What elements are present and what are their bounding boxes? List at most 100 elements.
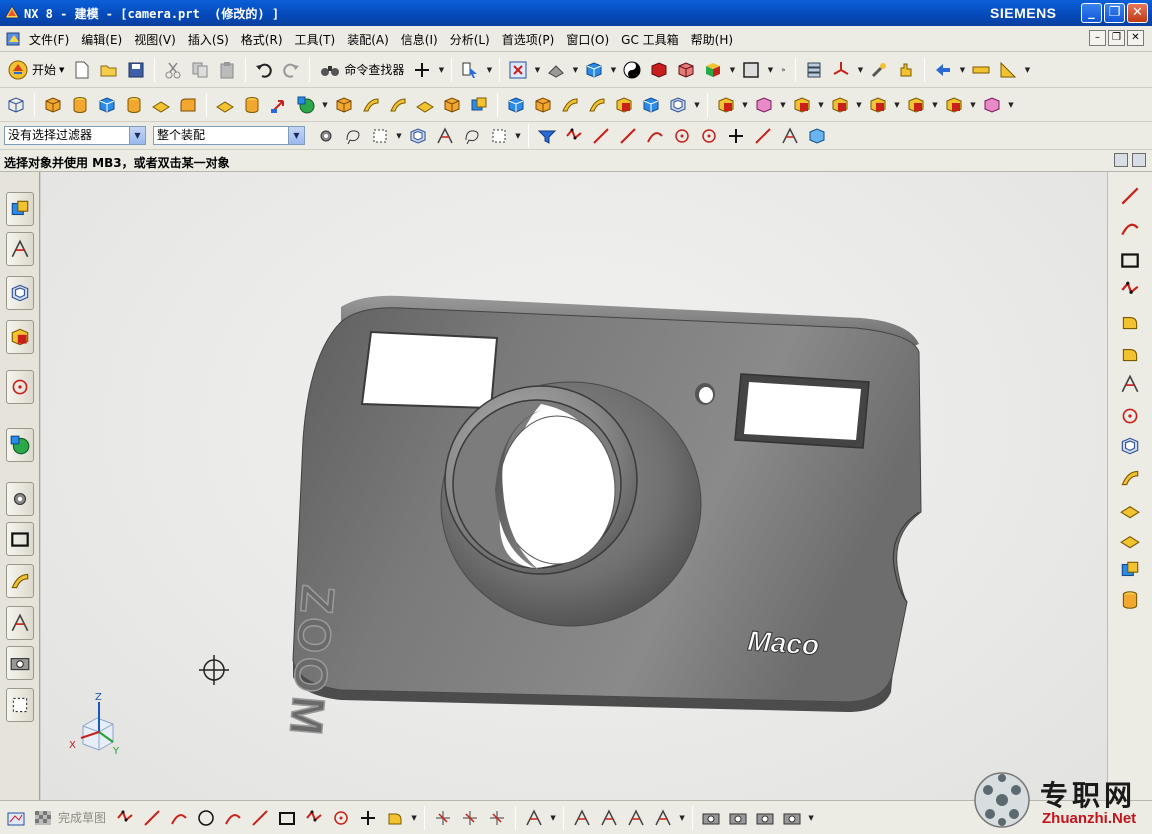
- open-file-button[interactable]: [97, 58, 121, 82]
- layer-button[interactable]: [739, 58, 763, 82]
- thicken-button[interactable]: [413, 93, 437, 117]
- selection-tool-button[interactable]: [458, 58, 482, 82]
- snap-pole-button[interactable]: [778, 124, 802, 148]
- fit-view-dropdown[interactable]: ▼: [533, 58, 541, 82]
- menu-format[interactable]: 格式(R): [241, 31, 289, 48]
- delete-face-button[interactable]: [790, 93, 814, 117]
- arc-button[interactable]: [1118, 216, 1142, 240]
- surface-dropdown[interactable]: ▼: [693, 93, 701, 117]
- selection-scope-arrow[interactable]: ▼: [288, 127, 304, 144]
- red-wire-cube-button[interactable]: [674, 58, 698, 82]
- finish-sketch-icon-button[interactable]: [31, 806, 55, 830]
- menu-assemblies[interactable]: 装配(A): [347, 31, 395, 48]
- line-button[interactable]: [1118, 184, 1142, 208]
- datum-plane-button[interactable]: [213, 93, 237, 117]
- pattern-face-button[interactable]: [942, 93, 966, 117]
- camera-model[interactable]: ZOOM Maco Z X Y: [41, 172, 1107, 800]
- delete-face-dropdown[interactable]: ▼: [817, 93, 825, 117]
- snap-arc-button[interactable]: [643, 124, 667, 148]
- face-blend-button[interactable]: [504, 93, 528, 117]
- cue-close-button[interactable]: [1132, 153, 1146, 167]
- auto-constrain-button[interactable]: [624, 806, 648, 830]
- extract-curve-button[interactable]: [1118, 466, 1142, 490]
- snap-center-button[interactable]: [670, 124, 694, 148]
- menu-preferences[interactable]: 首选项(P): [502, 31, 561, 48]
- snap-existing-point-button[interactable]: [724, 124, 748, 148]
- mirror-face-dropdown[interactable]: ▼: [1007, 93, 1015, 117]
- toolbar-overflow-chevron[interactable]: »: [777, 58, 789, 82]
- make-corner-button[interactable]: [485, 806, 509, 830]
- unite-button[interactable]: [294, 93, 318, 117]
- fit-view-button[interactable]: [506, 58, 530, 82]
- analysis-button[interactable]: [867, 58, 891, 82]
- close-button[interactable]: ✕: [1127, 3, 1148, 23]
- snap-line-button[interactable]: [589, 124, 613, 148]
- n-sided-button[interactable]: [612, 93, 636, 117]
- snap-end-button[interactable]: [535, 124, 559, 148]
- mdi-minimize-button[interactable]: –: [1089, 30, 1106, 46]
- menu-view[interactable]: 视图(V): [134, 31, 182, 48]
- pull-face-dropdown[interactable]: ▼: [779, 93, 787, 117]
- red-cube-button[interactable]: [647, 58, 671, 82]
- quick-trim-button[interactable]: [431, 806, 455, 830]
- chamfer-curve-button[interactable]: [248, 806, 272, 830]
- draft-button[interactable]: [386, 93, 410, 117]
- snap-quadrant-button[interactable]: [697, 124, 721, 148]
- mdi-restore-button[interactable]: ❐: [1108, 30, 1125, 46]
- resize-blend-button[interactable]: [904, 93, 928, 117]
- snap-mid-button[interactable]: [562, 124, 586, 148]
- orient-view-button[interactable]: [753, 806, 777, 830]
- geometric-constraint-button[interactable]: [570, 806, 594, 830]
- menu-edit[interactable]: 编辑(E): [81, 31, 128, 48]
- point-dropdown[interactable]: ▼: [437, 58, 445, 82]
- undo-select-button[interactable]: [341, 124, 365, 148]
- rectangle-button[interactable]: [1118, 248, 1142, 272]
- revolve-button[interactable]: [68, 93, 92, 117]
- replace-face-dropdown[interactable]: ▼: [855, 93, 863, 117]
- motion-dropdown[interactable]: ▼: [958, 58, 966, 82]
- menu-information[interactable]: 信息(I): [401, 31, 444, 48]
- type-filter-select[interactable]: 没有选择过滤器 ▼: [4, 126, 146, 145]
- resource-tab-process-studio[interactable]: [6, 564, 34, 598]
- measure-dropdown[interactable]: ▼: [1023, 58, 1031, 82]
- menu-help[interactable]: 帮助(H): [691, 31, 739, 48]
- snap-intersection-button[interactable]: [751, 124, 775, 148]
- wcs-dropdown[interactable]: ▼: [856, 58, 864, 82]
- part-navigator-button[interactable]: [802, 58, 826, 82]
- resource-tab-reuse-library[interactable]: [6, 320, 34, 354]
- shell-button[interactable]: [359, 93, 383, 117]
- dimension-dropdown[interactable]: ▼: [549, 806, 557, 830]
- reattach-button[interactable]: [726, 806, 750, 830]
- text-curve-button[interactable]: [1118, 558, 1142, 582]
- sketch-arc-button[interactable]: [167, 806, 191, 830]
- paste-button[interactable]: [215, 58, 239, 82]
- replace-face-button[interactable]: [828, 93, 852, 117]
- offset-region-dropdown[interactable]: ▼: [893, 93, 901, 117]
- start-button[interactable]: 开始 ▼: [4, 58, 67, 82]
- colored-cube-dropdown[interactable]: ▼: [728, 58, 736, 82]
- rectangle-select-dropdown[interactable]: ▼: [514, 124, 522, 148]
- resource-tab-history[interactable]: [6, 482, 34, 516]
- quick-extend-button[interactable]: [458, 806, 482, 830]
- dimension-button[interactable]: [522, 806, 546, 830]
- restore-button[interactable]: ❐: [1104, 3, 1125, 23]
- studio-spline-button[interactable]: [1118, 278, 1142, 302]
- pad-button[interactable]: [149, 93, 173, 117]
- rectangle-select-button[interactable]: [487, 124, 511, 148]
- measure-angle-button[interactable]: [996, 58, 1020, 82]
- edge-blend-button[interactable]: [176, 93, 200, 117]
- chamfer-button[interactable]: [332, 93, 356, 117]
- trim-body-button[interactable]: [440, 93, 464, 117]
- polygon-button[interactable]: [302, 806, 326, 830]
- sketch-button[interactable]: [4, 806, 28, 830]
- unite-dropdown[interactable]: ▼: [321, 93, 329, 117]
- offset-curve-button[interactable]: [1118, 310, 1142, 334]
- through-curves-button[interactable]: [558, 93, 582, 117]
- move-face-button[interactable]: [267, 93, 291, 117]
- type-filter-arrow[interactable]: ▼: [129, 127, 145, 144]
- resource-tab-system-materials[interactable]: [6, 522, 34, 556]
- cylinder-button[interactable]: [122, 93, 146, 117]
- colored-cube-button[interactable]: [701, 58, 725, 82]
- background-button[interactable]: [620, 58, 644, 82]
- view-orientation-dropdown[interactable]: ▼: [571, 58, 579, 82]
